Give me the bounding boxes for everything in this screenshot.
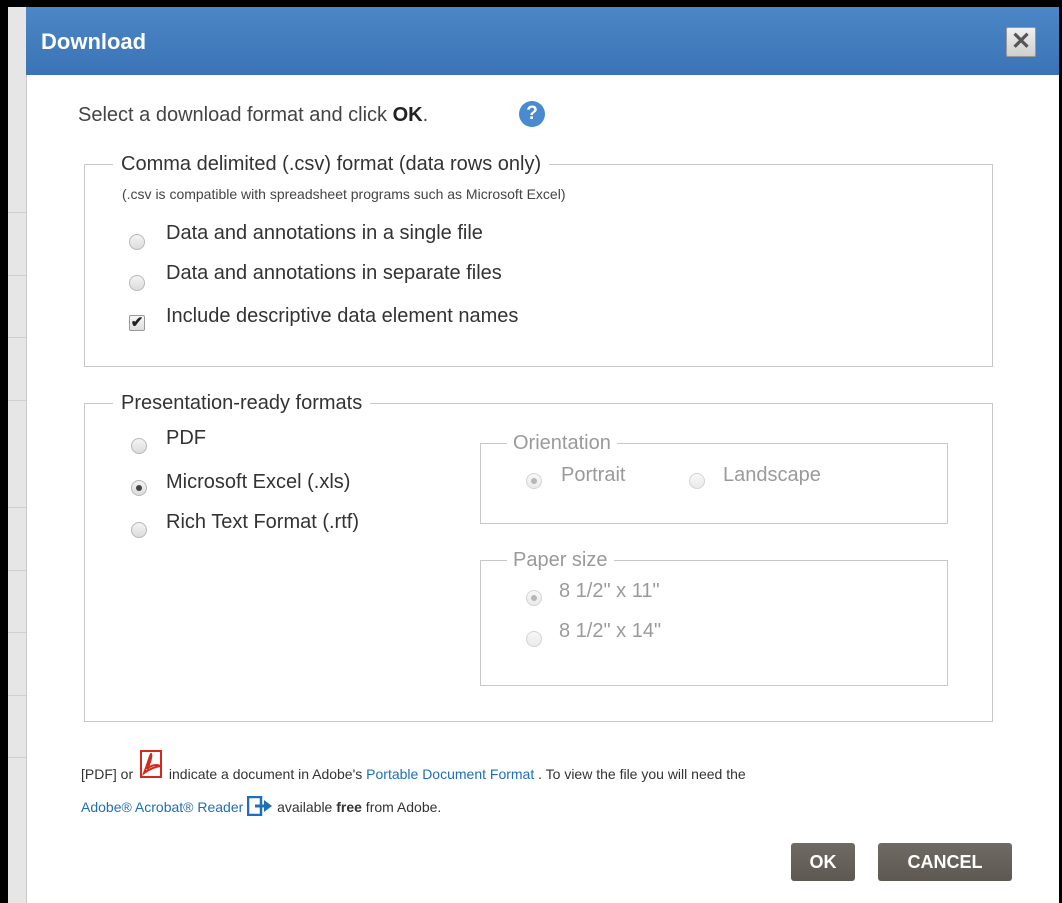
- footer-text-5: from Adobe.: [361, 799, 442, 815]
- footer-text-4: available: [273, 799, 337, 815]
- descriptive-names-checkbox[interactable]: ✔: [129, 315, 145, 331]
- footer-free: free: [336, 799, 362, 815]
- orientation-portrait-radio[interactable]: [526, 473, 542, 489]
- paper-size-legend: Paper size: [513, 549, 608, 571]
- ok-button[interactable]: OK: [791, 843, 855, 881]
- paper-legal-radio[interactable]: [526, 631, 542, 647]
- cancel-button[interactable]: CANCEL: [878, 843, 1012, 881]
- help-icon[interactable]: ?: [519, 101, 545, 127]
- intro-text: Select a download format and click OK.: [78, 104, 428, 127]
- intro-text-end: .: [422, 104, 429, 126]
- orientation-legend: Orientation: [513, 432, 611, 454]
- pdf-icon: [139, 750, 163, 783]
- close-symbol: ✕: [1010, 28, 1032, 55]
- footer-text-2: indicate a document in Adobe's: [165, 766, 367, 782]
- csv-format-legend: Comma delimited (.csv) format (data rows…: [121, 153, 542, 175]
- screen-border-left: [0, 0, 8, 903]
- format-xls-radio[interactable]: [131, 480, 147, 496]
- presentation-formats-legend: Presentation-ready formats: [121, 392, 363, 414]
- csv-single-file-label[interactable]: Data and annotations in a single file: [166, 222, 483, 245]
- format-rtf-radio[interactable]: [131, 522, 147, 538]
- paper-letter-radio[interactable]: [526, 590, 542, 606]
- format-pdf-label[interactable]: PDF: [166, 427, 206, 450]
- background-page: [8, 7, 27, 903]
- footer-text-1: [PDF] or: [81, 766, 138, 782]
- intro-text-ok: OK: [392, 104, 423, 126]
- pdf-info-note: [PDF] or indicate a document in Adobe's …: [81, 750, 1011, 824]
- screen-border-top: [0, 0, 1062, 7]
- orientation-group: Orientation: [480, 432, 948, 524]
- acrobat-reader-link[interactable]: Adobe® Acrobat® Reader: [81, 799, 243, 815]
- csv-separate-files-label[interactable]: Data and annotations in separate files: [166, 262, 502, 285]
- dialog-title: Download: [41, 29, 147, 54]
- orientation-portrait-label[interactable]: Portrait: [561, 464, 625, 487]
- paper-size-group: Paper size: [480, 549, 948, 686]
- format-xls-label[interactable]: Microsoft Excel (.xls): [166, 471, 350, 494]
- intro-text-start: Select a download format and click: [78, 104, 393, 126]
- paper-legal-label[interactable]: 8 1/2" x 14": [559, 620, 661, 643]
- format-pdf-radio[interactable]: [131, 438, 147, 454]
- paper-letter-label[interactable]: 8 1/2" x 11": [559, 580, 660, 603]
- orientation-landscape-radio[interactable]: [689, 473, 705, 489]
- csv-single-file-radio[interactable]: [129, 234, 145, 250]
- format-rtf-label[interactable]: Rich Text Format (.rtf): [166, 511, 359, 534]
- close-icon[interactable]: ✕: [1006, 27, 1036, 57]
- orientation-landscape-label[interactable]: Landscape: [723, 464, 821, 487]
- descriptive-names-label[interactable]: Include descriptive data element names: [166, 305, 518, 328]
- dialog-titlebar: Download ✕: [26, 7, 1059, 75]
- footer-text-3: . To view the file you will need the: [534, 766, 746, 782]
- external-link-icon[interactable]: [246, 795, 273, 817]
- portable-document-format-link[interactable]: Portable Document Format: [366, 766, 534, 782]
- csv-separate-files-radio[interactable]: [129, 275, 145, 291]
- help-symbol: ?: [526, 103, 538, 124]
- csv-compat-note: (.csv is compatible with spreadsheet pro…: [122, 186, 566, 202]
